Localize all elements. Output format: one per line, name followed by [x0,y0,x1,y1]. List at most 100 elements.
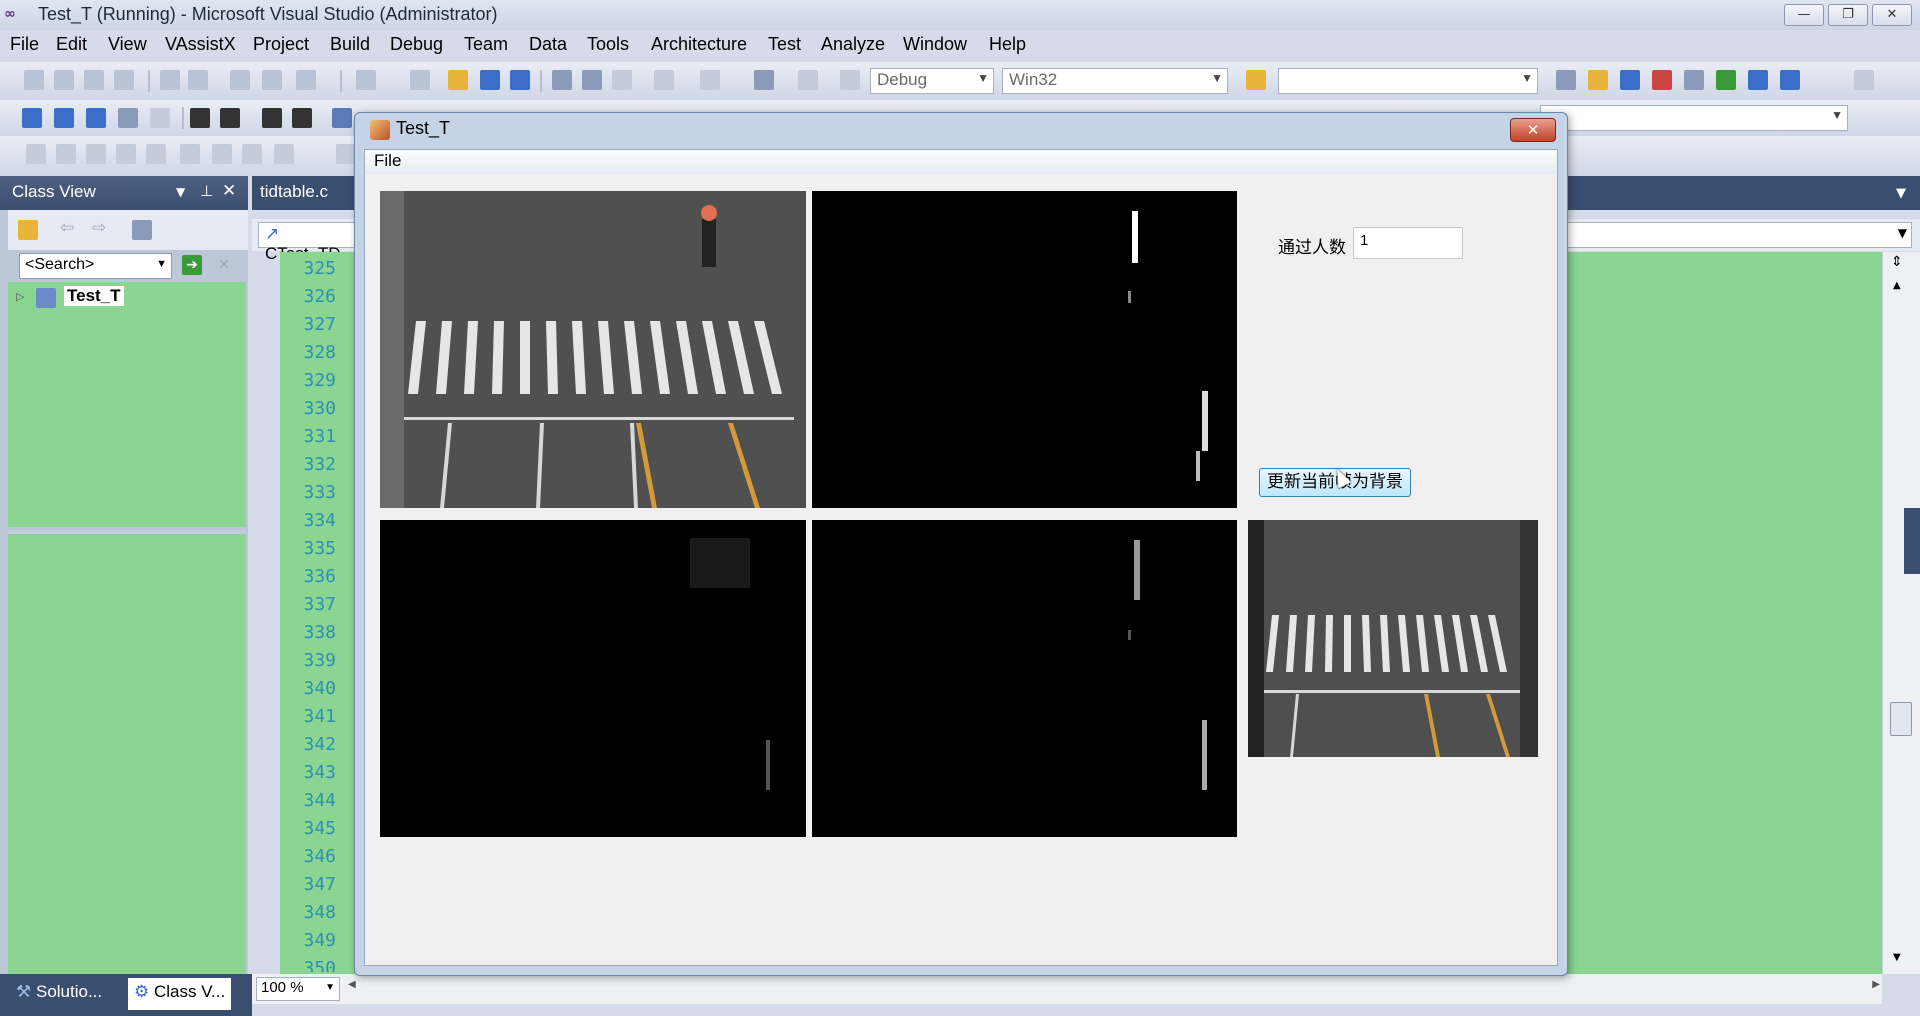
toolbar-icon[interactable] [116,144,136,164]
tab-tidtable-c[interactable]: tidtable.c [260,182,328,202]
toolbar-icon[interactable] [160,70,180,90]
tab-solution-explorer[interactable]: ⚒ Solutio... [10,978,108,1010]
solution-platform-combo[interactable]: Win32 ▼ [1002,68,1228,94]
toolbar-icon[interactable] [180,144,200,164]
tools-icon[interactable] [1684,70,1704,90]
start-page-icon[interactable] [1716,70,1736,90]
properties-icon[interactable] [1588,70,1608,90]
object-browser-icon[interactable] [1620,70,1640,90]
menu-architecture[interactable]: Architecture [651,34,747,55]
minimize-button[interactable]: — [1784,4,1824,26]
class-view-search[interactable]: <Search> ▼ [19,253,172,279]
toolbar-icon[interactable] [336,144,356,164]
new-folder-icon[interactable] [18,220,38,240]
menu-debug[interactable]: Debug [390,34,443,55]
start-debugging-icon[interactable] [840,70,860,90]
pin-icon[interactable]: ⊥ [200,182,213,200]
toolbar-icon[interactable] [86,108,106,128]
solution-explorer-icon[interactable] [1556,70,1576,90]
copy-icon[interactable] [582,70,602,90]
uncomment-icon[interactable] [292,108,312,128]
toolbar-icon[interactable] [242,144,262,164]
bookmark-icon[interactable] [332,108,352,128]
menu-vassistx[interactable]: VAssistX [165,34,236,55]
menu-edit[interactable]: Edit [56,34,87,55]
toolbar-icon[interactable] [84,70,104,90]
find-combo[interactable]: ▼ [1278,68,1538,94]
find-in-files-icon[interactable] [1246,70,1266,90]
menu-view[interactable]: View [108,34,147,55]
dialog-menu-file[interactable]: File [374,151,401,171]
menu-build[interactable]: Build [330,34,370,55]
zoom-combo[interactable]: 100 % ▼ [256,977,340,1001]
toolbar-icon[interactable] [212,144,232,164]
panel-menu-icon[interactable]: ▼ [176,185,185,199]
toolbar-icon[interactable] [274,144,294,164]
toolbar-icon[interactable] [146,144,166,164]
indent-icon[interactable] [220,108,240,128]
close-icon[interactable]: ✕ [222,181,236,201]
solution-configuration-combo[interactable]: Debug ▼ [870,68,994,94]
restore-button[interactable]: ❐ [1828,4,1868,26]
clear-search-icon[interactable]: ✕ [214,255,234,275]
toolbar-icon[interactable] [54,108,74,128]
toolbar-icon[interactable] [188,70,208,90]
menu-tools[interactable]: Tools [587,34,629,55]
toolbar-icon[interactable] [22,108,42,128]
menu-help[interactable]: Help [989,34,1026,55]
horizontal-scrollbar[interactable]: ◀ ▶ [252,974,1882,1004]
scroll-left-icon[interactable]: ◀ [348,979,356,990]
scroll-down-icon[interactable]: ▼ [1893,952,1901,963]
menu-data[interactable]: Data [529,34,567,55]
toolbar-icon[interactable] [262,70,282,90]
navigate-forward-icon[interactable] [798,70,818,90]
scroll-thumb[interactable] [1890,702,1912,736]
close-button[interactable]: ✕ [1872,4,1912,26]
toolbar-icon[interactable] [230,70,250,90]
toolbar-options-icon[interactable] [1854,70,1874,90]
menu-window[interactable]: Window [903,34,967,55]
expand-icon[interactable]: ▷ [16,290,24,303]
split-icon[interactable]: ⇕ [1891,254,1903,270]
comment-icon[interactable] [262,108,282,128]
save-icon[interactable] [480,70,500,90]
forward-icon[interactable]: ⇨ [92,218,106,238]
toolbar-icon[interactable] [150,108,170,128]
tab-class-view[interactable]: ⚙ Class V... [128,978,232,1010]
add-item-icon[interactable] [410,70,430,90]
navigate-backward-icon[interactable] [754,70,774,90]
vertical-scrollbar[interactable]: ⇕ ▲ ▼ [1882,252,1920,974]
pass-count-field[interactable]: 1 [1353,227,1463,259]
menu-analyze[interactable]: Analyze [821,34,885,55]
redo-icon[interactable] [700,70,720,90]
open-folder-icon[interactable] [448,70,468,90]
undo-icon[interactable] [654,70,674,90]
toolbar-icon[interactable] [296,70,316,90]
side-tab[interactable] [1904,508,1920,574]
outdent-icon[interactable] [190,108,210,128]
menu-file[interactable]: File [10,34,39,55]
toolbar-icon[interactable] [54,70,74,90]
new-project-icon[interactable] [356,70,376,90]
save-all-icon[interactable] [510,70,530,90]
settings-icon[interactable] [132,220,152,240]
type-combo[interactable]: ↗ CTest_TD [258,222,362,263]
toolbar-icon[interactable] [56,144,76,164]
toolbar-icon[interactable] [118,108,138,128]
extension-manager-icon[interactable] [1748,70,1768,90]
menu-test[interactable]: Test [768,34,801,55]
toolbar-icon[interactable] [114,70,134,90]
tree-item-test-t[interactable]: Test_T [64,286,124,306]
scroll-up-icon[interactable]: ▲ [1893,280,1901,291]
toolbar-icon[interactable] [24,70,44,90]
paste-icon[interactable] [612,70,632,90]
scroll-right-icon[interactable]: ▶ [1872,979,1880,990]
menu-team[interactable]: Team [464,34,508,55]
menu-project[interactable]: Project [253,34,309,55]
cut-icon[interactable] [552,70,572,90]
dialog-close-button[interactable]: ✕ [1510,118,1556,142]
back-icon[interactable]: ⇦ [60,218,74,238]
tab-list-icon[interactable]: ▼ [1896,186,1906,201]
toolbar-combo[interactable]: ▼ [1540,105,1848,131]
toolbar-icon[interactable] [86,144,106,164]
